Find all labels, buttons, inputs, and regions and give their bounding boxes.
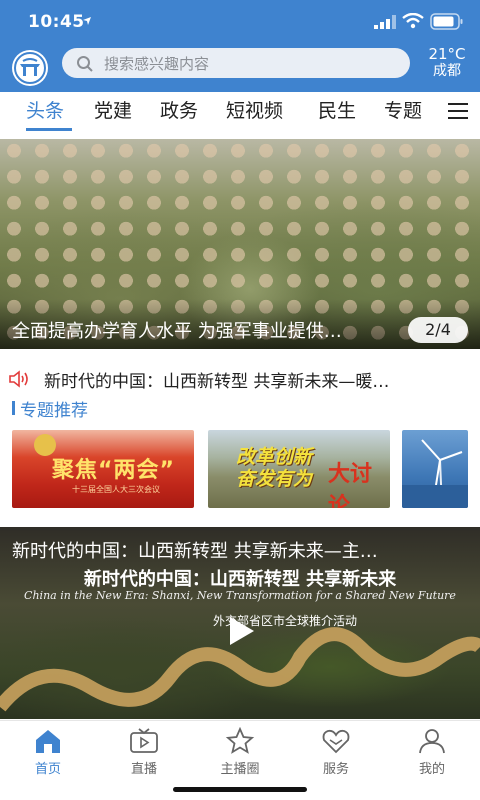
nav-label: 服务 [322,762,349,777]
nav-label: 直播 [130,762,157,777]
weather-temperature[interactable]: 21°C [420,46,474,63]
app-header: 10:45 搜索感兴趣内容 21°C 成都 [0,0,480,92]
logo-icon [14,52,46,84]
category-tabs: 头条 党建 政务 短视频 民生 专题 [0,92,480,132]
topic-card-subtitle: 十三届全国人大三次会议 [72,485,160,494]
weather-city[interactable]: 成都 [420,63,474,79]
tab-special[interactable]: 专题 [384,96,422,123]
home-indicator[interactable] [173,787,307,792]
video-card[interactable]: 新时代的中国：山西新转型 共享新未来—主… 新时代的中国：山西新转型 共享新未来… [0,527,480,719]
section-marker [12,401,15,415]
user-icon [419,729,445,754]
app-logo[interactable] [12,50,48,86]
topic-card-reform[interactable]: 改革创新 奋发有为 大讨论 [208,430,390,508]
video-title: 新时代的中国：山西新转型 共享新未来—主… [12,541,378,562]
tab-short-video[interactable]: 短视频 [226,96,283,123]
status-bar: 10:45 [0,0,480,44]
topic-card-title: 聚焦“两会” [52,458,175,483]
tab-government[interactable]: 政务 [160,96,198,123]
app-screen: 10:45 搜索感兴趣内容 21°C 成都 头条 党建 政务 短视频 民生 专题… [0,0,480,800]
ticker-text: 新时代的中国：山西新转型 共享新未来—暖… [44,372,390,392]
tv-icon [130,728,158,753]
status-time: 10:45 [28,12,85,32]
section-title-topics: 专题推荐 [20,401,88,421]
video-overlay-title: 新时代的中国：山西新转型 共享新未来 [83,569,397,590]
topic-card-title: 改革创新 奋发有为 [236,446,313,490]
wifi-icon [402,13,424,29]
nav-services[interactable]: 服务 [296,725,376,781]
search-bar[interactable]: 搜索感兴趣内容 [62,48,410,78]
topic-card-title-accent: 大讨论 [328,462,373,508]
carousel-page-indicator: 2/4 [408,317,468,343]
tab-party-building[interactable]: 党建 [94,96,132,123]
search-icon [77,56,93,72]
tab-headlines[interactable]: 头条 [26,96,64,123]
battery-icon [430,13,463,30]
location-arrow-icon [83,17,91,25]
topic-card-two-sessions[interactable]: 聚焦“两会” 十三届全国人大三次会议 [12,430,194,508]
star-icon [225,727,255,754]
menu-icon[interactable] [448,102,468,120]
nav-profile[interactable]: 我的 [392,725,472,781]
topic-card-wind-power[interactable] [402,430,468,508]
tab-livelihood[interactable]: 民生 [318,96,356,123]
nav-anchors[interactable]: 主播圈 [200,725,280,781]
nav-live[interactable]: 直播 [104,725,184,781]
signal-icon [374,15,396,29]
play-icon[interactable] [222,613,258,649]
search-placeholder: 搜索感兴趣内容 [104,55,210,73]
nav-home[interactable]: 首页 [8,725,88,781]
active-tab-indicator [26,128,72,131]
home-icon [36,730,60,753]
wind-turbine-image [402,439,468,508]
video-overlay-english: China in the New Era: Shanxi, New Transf… [24,589,456,602]
speaker-icon [9,370,28,388]
hero-carousel[interactable]: 全面提高办学育人水平 为强军事业提供… 2/4 [0,139,480,349]
nav-label: 首页 [34,762,61,777]
nav-label: 主播圈 [220,762,260,777]
heart-icon [322,729,350,754]
nav-label: 我的 [418,762,445,777]
hero-caption: 全面提高办学育人水平 为强军事业提供… [12,321,342,342]
news-ticker[interactable]: 新时代的中国：山西新转型 共享新未来—暖… [0,366,480,392]
